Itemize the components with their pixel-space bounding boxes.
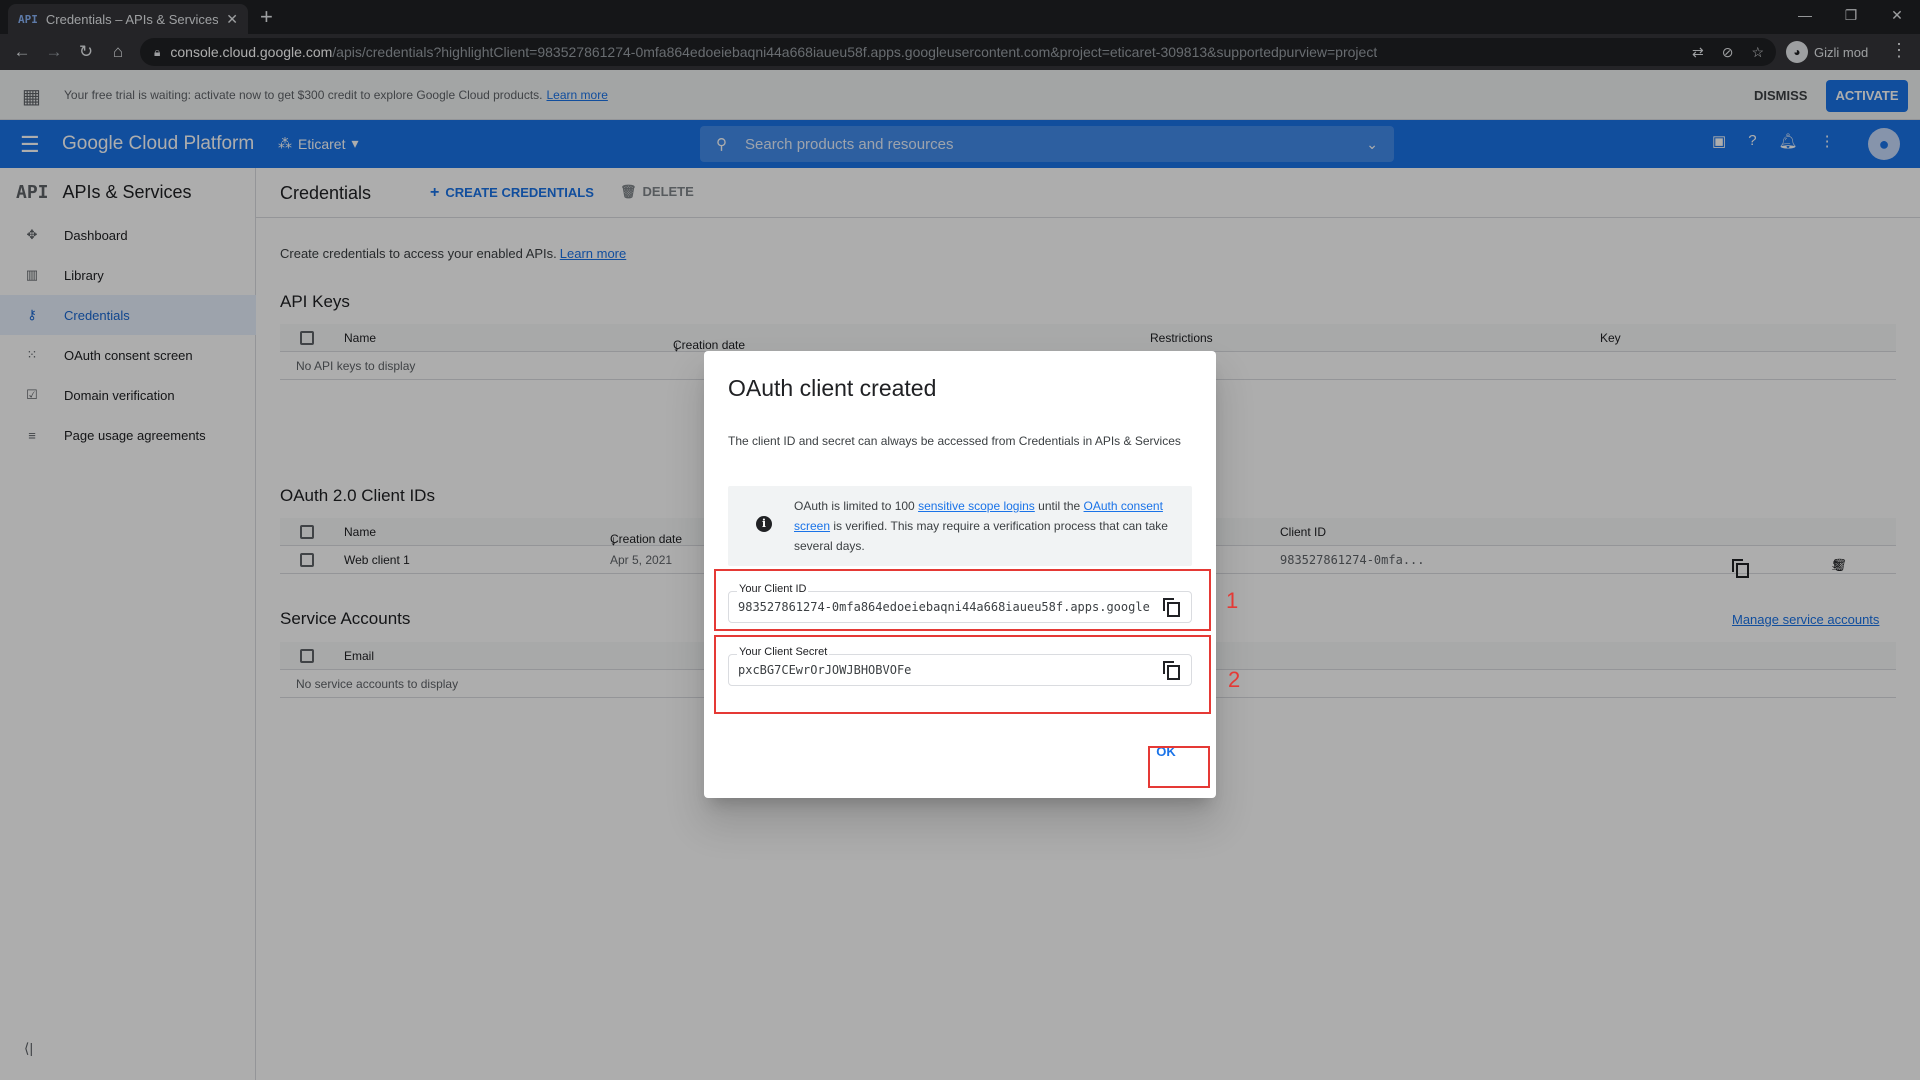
sensitive-scope-link[interactable]: sensitive scope logins <box>918 499 1035 513</box>
annotation-box-ok <box>1148 746 1210 788</box>
info-text: OAuth is limited to 100 sensitive scope … <box>794 496 1180 556</box>
info-pre: OAuth is limited to 100 <box>794 499 915 513</box>
info-icon: i <box>756 516 772 532</box>
annotation-number-2: 2 <box>1228 667 1241 692</box>
annotation-box-client-secret <box>714 635 1211 714</box>
dialog-text: The client ID and secret can always be a… <box>728 434 1181 448</box>
info-mid: until the <box>1038 499 1081 513</box>
annotation-box-client-id <box>714 569 1211 631</box>
annotation-number-1: 1 <box>1226 588 1239 613</box>
info-box: i OAuth is limited to 100 sensitive scop… <box>728 486 1192 566</box>
dialog-title: OAuth client created <box>728 375 937 401</box>
info-post: is verified. This may require a verifica… <box>794 519 1168 553</box>
oauth-created-dialog: OAuth client created The client ID and s… <box>704 351 1216 798</box>
